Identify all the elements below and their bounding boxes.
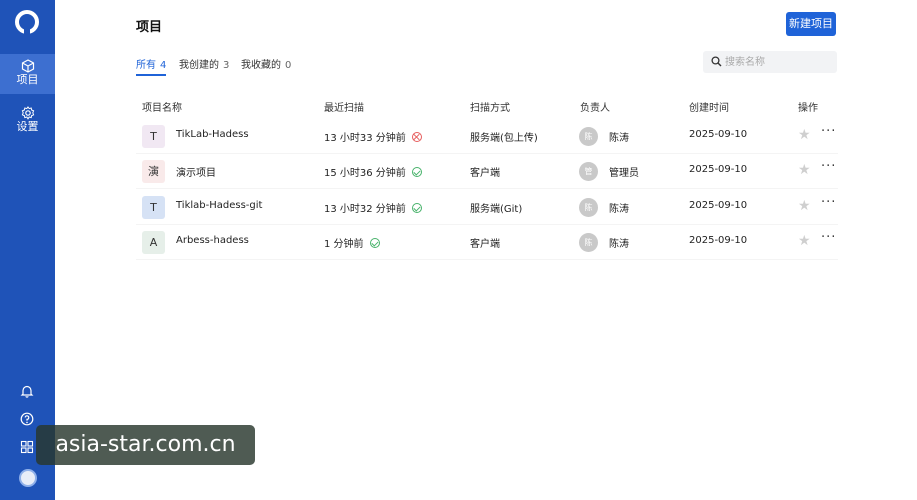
last-scan-cell: 13 小时32 分钟前 xyxy=(324,200,422,215)
cube-icon xyxy=(21,59,34,73)
more-actions-icon[interactable]: ··· xyxy=(821,159,836,175)
last-scan-text: 13 小时32 分钟前 xyxy=(324,204,406,215)
project-name[interactable]: TikLab-Hadess xyxy=(176,129,249,140)
sidebar-item-projects[interactable]: 项目 xyxy=(0,54,55,94)
last-scan-text: 13 小时33 分钟前 xyxy=(324,133,406,144)
table-row[interactable]: A Arbess-hadess 1 分钟前 客户端 陈 陈涛 2025-09-1… xyxy=(136,225,838,260)
tab-count: 0 xyxy=(285,60,292,71)
page-title: 项目 xyxy=(136,20,163,35)
project-icon: T xyxy=(142,125,165,148)
owner-name: 管理员 xyxy=(609,168,639,179)
search-input[interactable] xyxy=(725,54,830,70)
scan-status-icon xyxy=(411,132,422,142)
tab-label: 我收藏的 xyxy=(241,60,281,71)
column-header-last-scan: 最近扫描 xyxy=(324,103,364,114)
favorite-star-icon[interactable]: ★ xyxy=(798,162,811,178)
search-box xyxy=(703,51,837,73)
column-header-scan-method: 扫描方式 xyxy=(470,103,510,114)
new-project-button[interactable]: 新建项目 xyxy=(786,12,836,36)
watermark: asia-star.com.cn xyxy=(36,425,255,465)
apps-grid-icon[interactable] xyxy=(20,440,34,454)
table-row[interactable]: 演 演示项目 15 小时36 分钟前 客户端 管 管理员 2025-09-10 … xyxy=(136,154,838,189)
table-row[interactable]: T Tiklab-Hadess-git 13 小时32 分钟前 服务端(Git)… xyxy=(136,190,838,225)
owner-avatar: 陈 xyxy=(579,233,598,252)
column-header-owner: 负责人 xyxy=(580,103,610,114)
favorite-star-icon[interactable]: ★ xyxy=(798,198,811,214)
sidebar-item-settings[interactable]: 设置 xyxy=(0,101,55,141)
scan-method: 客户端 xyxy=(470,168,500,179)
tab-count: 4 xyxy=(160,60,167,71)
more-actions-icon[interactable]: ··· xyxy=(821,230,836,246)
project-name[interactable]: Arbess-hadess xyxy=(176,235,249,246)
last-scan-text: 1 分钟前 xyxy=(324,239,364,250)
created-date: 2025-09-10 xyxy=(689,129,748,140)
sidebar-item-label: 设置 xyxy=(16,120,39,133)
tab-count: 3 xyxy=(223,60,230,71)
owner-name: 陈涛 xyxy=(609,239,629,250)
project-icon: A xyxy=(142,231,165,254)
sidebar-item-label: 项目 xyxy=(16,73,39,86)
column-header-actions: 操作 xyxy=(798,103,818,114)
tab-created-by-me[interactable]: 我创建的 3 xyxy=(179,56,229,76)
owner-name: 陈涛 xyxy=(609,133,629,144)
user-avatar[interactable] xyxy=(19,469,37,487)
owner-avatar: 陈 xyxy=(579,127,598,146)
column-header-created: 创建时间 xyxy=(689,103,729,114)
more-actions-icon[interactable]: ··· xyxy=(821,195,836,211)
column-header-name: 项目名称 xyxy=(142,103,182,114)
scan-method: 服务端(Git) xyxy=(470,204,523,215)
favorite-star-icon[interactable]: ★ xyxy=(798,127,811,143)
scan-status-icon xyxy=(369,238,380,248)
tab-all[interactable]: 所有 4 xyxy=(136,56,167,76)
more-actions-icon[interactable]: ··· xyxy=(821,124,836,140)
table-row[interactable]: T TikLab-Hadess 13 小时33 分钟前 服务端(包上传) 陈 陈… xyxy=(136,119,838,154)
tab-label: 我创建的 xyxy=(179,60,219,71)
project-name[interactable]: 演示项目 xyxy=(176,164,216,179)
project-icon: 演 xyxy=(142,160,165,183)
owner-name: 陈涛 xyxy=(609,204,629,215)
created-date: 2025-09-10 xyxy=(689,164,748,175)
owner-avatar: 管 xyxy=(579,162,598,181)
app-logo[interactable] xyxy=(14,10,40,36)
last-scan-text: 15 小时36 分钟前 xyxy=(324,168,406,179)
last-scan-cell: 1 分钟前 xyxy=(324,235,380,250)
help-icon[interactable] xyxy=(20,412,34,426)
project-icon: T xyxy=(142,196,165,219)
tab-label: 所有 xyxy=(136,60,156,71)
scan-method: 服务端(包上传) xyxy=(470,133,538,144)
owner-avatar: 陈 xyxy=(579,198,598,217)
bell-icon[interactable] xyxy=(20,384,34,398)
gear-icon xyxy=(21,106,34,120)
last-scan-cell: 15 小时36 分钟前 xyxy=(324,164,422,179)
project-name[interactable]: Tiklab-Hadess-git xyxy=(176,200,262,211)
scan-status-icon xyxy=(411,203,422,213)
tab-favorites[interactable]: 我收藏的 0 xyxy=(241,56,291,76)
last-scan-cell: 13 小时33 分钟前 xyxy=(324,129,422,144)
favorite-star-icon[interactable]: ★ xyxy=(798,233,811,249)
search-icon xyxy=(711,56,722,67)
scan-method: 客户端 xyxy=(470,239,500,250)
created-date: 2025-09-10 xyxy=(689,200,748,211)
scan-status-icon xyxy=(411,167,422,177)
created-date: 2025-09-10 xyxy=(689,235,748,246)
